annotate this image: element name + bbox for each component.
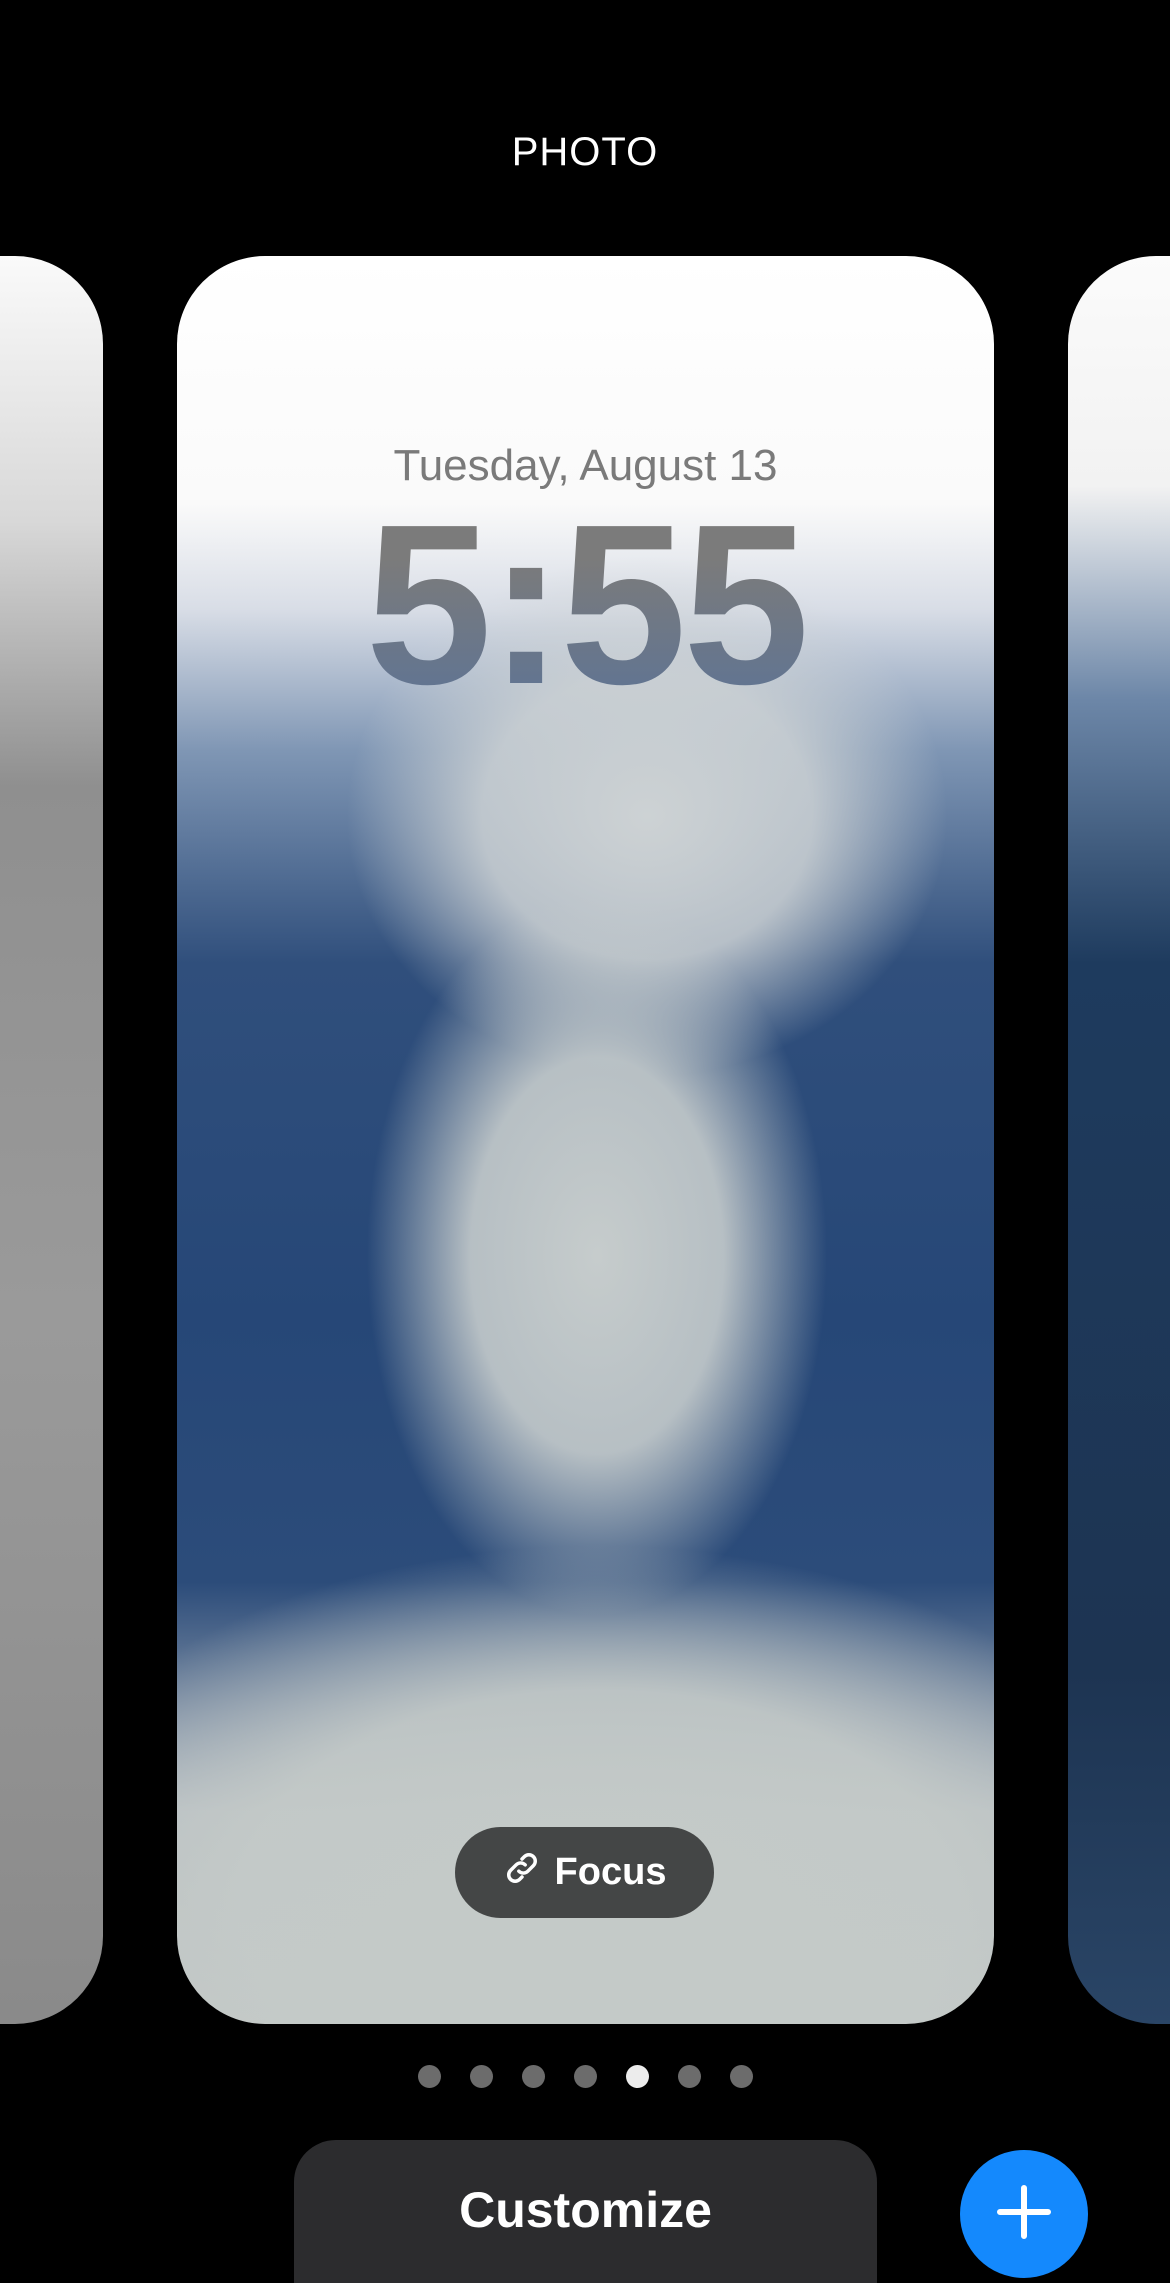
focus-label: Focus bbox=[554, 1851, 667, 1893]
plus-icon bbox=[994, 2182, 1054, 2247]
customize-button[interactable]: Customize bbox=[294, 2140, 877, 2283]
page-indicator[interactable] bbox=[0, 2065, 1170, 2088]
lock-screen-time: 5:55 bbox=[177, 491, 994, 719]
wallpaper-card-current[interactable]: Tuesday, August 13 5:55 Focus bbox=[177, 256, 994, 2024]
add-wallpaper-button[interactable] bbox=[960, 2150, 1088, 2278]
wallpaper-card-next[interactable] bbox=[1068, 256, 1170, 2024]
focus-button[interactable]: Focus bbox=[455, 1827, 714, 1918]
page-dot[interactable] bbox=[573, 2065, 597, 2088]
page-dot[interactable] bbox=[469, 2065, 493, 2088]
wallpaper-card-previous[interactable] bbox=[0, 256, 103, 2024]
page-dot[interactable] bbox=[521, 2065, 545, 2088]
page-dot-active[interactable] bbox=[625, 2065, 649, 2088]
link-icon bbox=[503, 1849, 541, 1897]
page-dot[interactable] bbox=[417, 2065, 441, 2088]
page-dot[interactable] bbox=[729, 2065, 753, 2088]
wallpaper-style-title: PHOTO bbox=[511, 130, 659, 174]
page-dot[interactable] bbox=[677, 2065, 701, 2088]
